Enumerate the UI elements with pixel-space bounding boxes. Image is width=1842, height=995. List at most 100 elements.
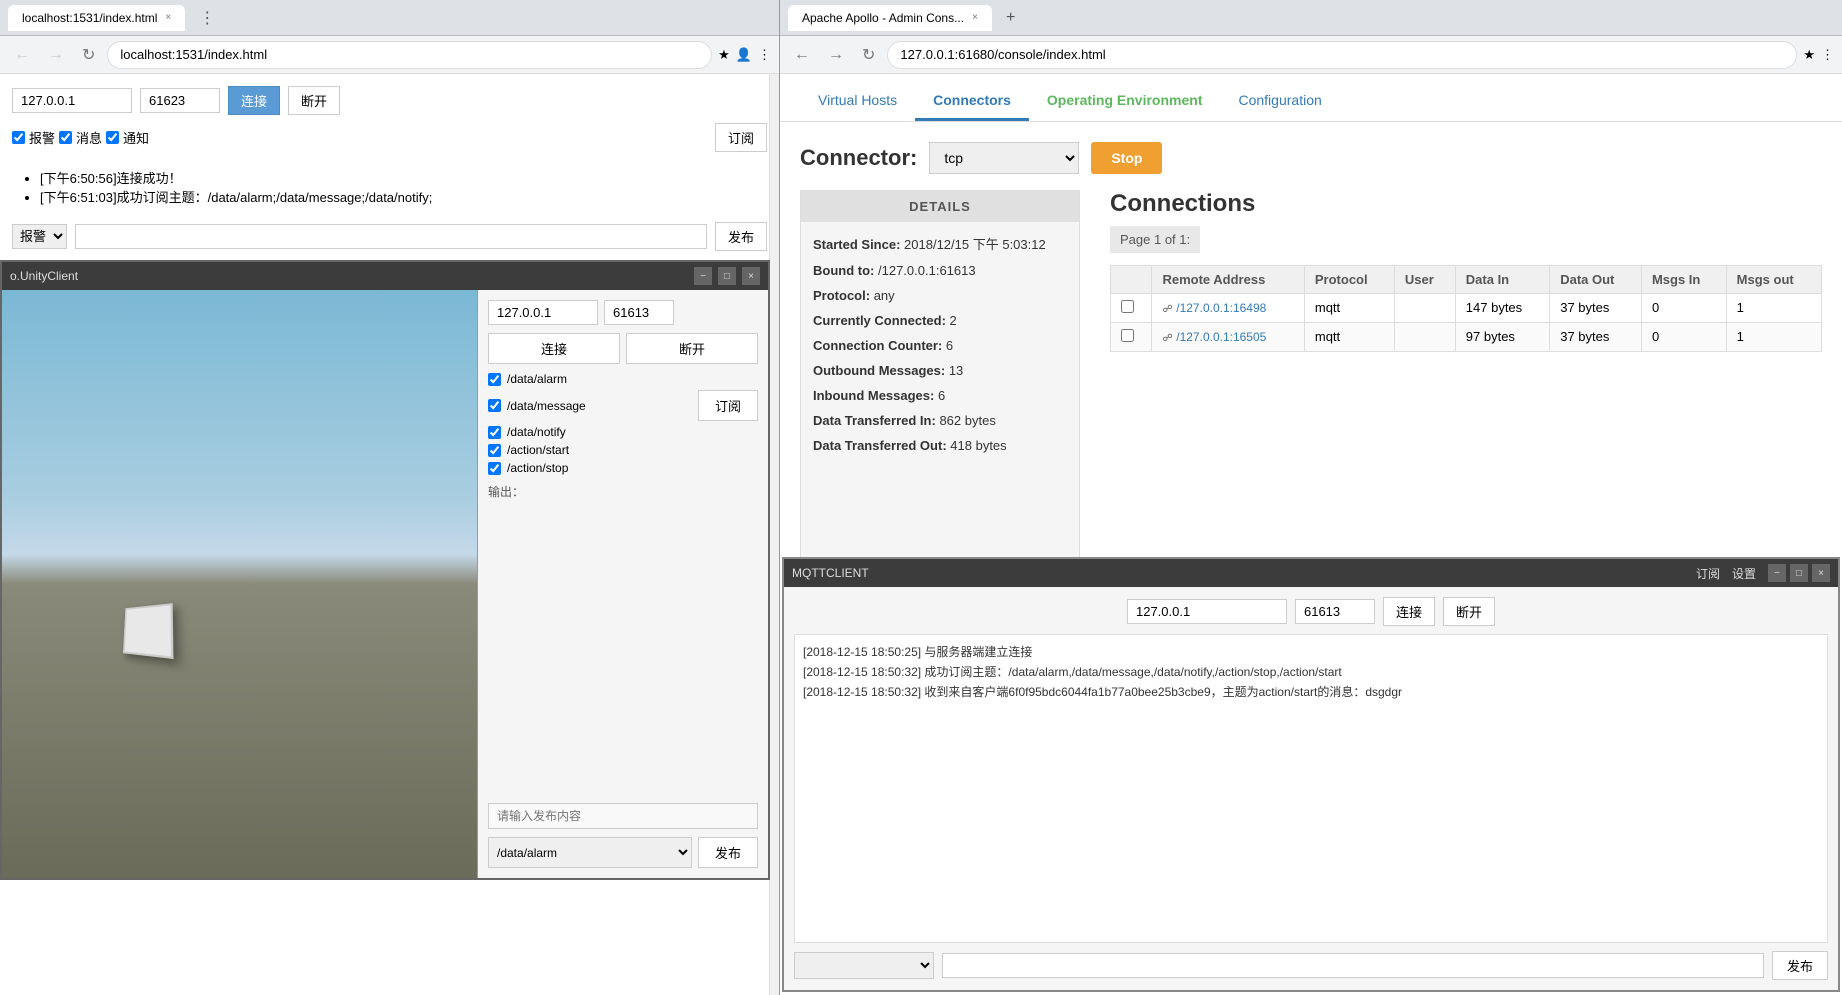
- left-active-tab[interactable]: localhost:1531/index.html ×: [8, 5, 185, 31]
- unity-stop-checkbox[interactable]: [488, 462, 501, 475]
- mqtt-connect-button[interactable]: 连接: [1383, 597, 1435, 626]
- left-account-icon[interactable]: 👤: [736, 47, 752, 63]
- right-more-icon[interactable]: ⋮: [1821, 47, 1834, 63]
- right-forward-button[interactable]: →: [822, 44, 850, 66]
- mqtt-subscribe-title-btn[interactable]: 订阅: [1696, 565, 1720, 582]
- right-browser: Apache Apollo - Admin Cons... × + ← → ↻ …: [780, 0, 1842, 995]
- left-port-input[interactable]: [140, 88, 220, 113]
- left-alarm-checkbox[interactable]: [12, 131, 25, 144]
- connections-page-info: Page 1 of 1:: [1110, 226, 1200, 253]
- left-scrollbar[interactable]: [769, 74, 779, 995]
- left-subscribe-button[interactable]: 订阅: [715, 123, 767, 152]
- unity-ip-input[interactable]: [488, 300, 598, 325]
- left-publish-button[interactable]: 发布: [715, 222, 767, 251]
- unity-disconnect-button[interactable]: 断开: [626, 333, 758, 364]
- apollo-console: Virtual Hosts Connectors Operating Envir…: [780, 74, 1842, 995]
- unity-start-label: /action/start: [507, 443, 569, 457]
- left-url-bar[interactable]: [107, 41, 712, 69]
- left-connect-button[interactable]: 连接: [228, 86, 280, 115]
- unity-title: o.UnityClient: [10, 269, 78, 283]
- left-notify-checkbox[interactable]: [106, 131, 119, 144]
- right-reload-button[interactable]: ↻: [856, 43, 881, 67]
- unity-port-input[interactable]: [604, 300, 674, 325]
- right-star-icon[interactable]: ★: [1803, 47, 1815, 63]
- mqtt-publish-input[interactable]: [942, 953, 1764, 978]
- detail-outbound-value: 13: [949, 363, 963, 378]
- mqtt-log-area: [2018-12-15 18:50:25] 与服务器端建立连接 [2018-12…: [794, 634, 1828, 943]
- detail-started-since-value: 2018/12/15 下午 5:03:12: [904, 237, 1046, 252]
- mqtt-disconnect-button[interactable]: 断开: [1443, 597, 1495, 626]
- left-forward-button[interactable]: →: [42, 44, 70, 66]
- mqtt-ip-input[interactable]: [1127, 599, 1287, 624]
- right-tab-close-icon[interactable]: ×: [972, 12, 978, 23]
- tab-virtual-hosts[interactable]: Virtual Hosts: [800, 82, 915, 121]
- right-url-bar[interactable]: [887, 41, 1797, 69]
- detail-protocol-label: Protocol:: [813, 288, 870, 303]
- left-publish-input[interactable]: [75, 224, 707, 249]
- tab-operating-environment[interactable]: Operating Environment: [1029, 82, 1221, 121]
- unity-publish-topic-select[interactable]: /data/alarm: [488, 837, 692, 868]
- row2-checkbox[interactable]: [1121, 329, 1134, 342]
- detail-bound-to-value: /127.0.0.1:61613: [878, 263, 976, 278]
- unity-publish-button[interactable]: 发布: [698, 837, 758, 868]
- mqtt-port-input[interactable]: [1295, 599, 1375, 624]
- unity-notify-checkbox[interactable]: [488, 426, 501, 439]
- right-active-tab[interactable]: Apache Apollo - Admin Cons... ×: [788, 5, 992, 31]
- left-log-item: [下午6:51:03]成功订阅主题：/data/alarm;/data/mess…: [40, 187, 759, 206]
- unity-control-panel: 连接 断开 /data/alarm /data/message 订阅: [477, 290, 768, 878]
- mqtt-maximize-button[interactable]: □: [1790, 564, 1808, 582]
- connector-select[interactable]: tcp: [929, 142, 1079, 174]
- mqtt-settings-title-btn[interactable]: 设置: [1732, 565, 1756, 582]
- unity-message-checkbox[interactable]: [488, 399, 501, 412]
- left-new-tab-button[interactable]: ⋮: [193, 6, 221, 30]
- mqtt-topic-select[interactable]: [794, 952, 934, 979]
- unity-3d-scene: [2, 290, 477, 878]
- row2-protocol: mqtt: [1304, 323, 1394, 352]
- table-row: ☍ /127.0.0.1:16505 mqtt 97 bytes 37 byte…: [1111, 323, 1822, 352]
- unity-output-label: 输出：: [488, 483, 758, 500]
- left-message-checkbox[interactable]: [59, 131, 72, 144]
- left-back-button[interactable]: ←: [8, 44, 36, 66]
- mqtt-title-right: 订阅 设置 − □ ×: [1696, 564, 1830, 582]
- unity-alarm-checkbox[interactable]: [488, 373, 501, 386]
- row1-checkbox[interactable]: [1121, 300, 1134, 313]
- detail-currently-connected: Currently Connected: 2: [813, 313, 1067, 328]
- detail-bound-to-label: Bound to:: [813, 263, 874, 278]
- right-back-button[interactable]: ←: [788, 44, 816, 66]
- unity-start-checkbox[interactable]: [488, 444, 501, 457]
- row1-addr-icon: ☍: [1162, 304, 1172, 315]
- left-tab-close-icon[interactable]: ×: [165, 12, 171, 23]
- left-topic-select[interactable]: 报警: [12, 224, 67, 249]
- mqtt-publish-button[interactable]: 发布: [1772, 951, 1828, 980]
- mqtt-close-button[interactable]: ×: [1812, 564, 1830, 582]
- row2-checkbox-cell: [1111, 323, 1152, 352]
- unity-window: o.UnityClient − □ ×: [0, 260, 770, 880]
- unity-close-button[interactable]: ×: [742, 267, 760, 285]
- left-disconnect-button[interactable]: 断开: [288, 86, 340, 115]
- detail-inbound: Inbound Messages: 6: [813, 388, 1067, 403]
- unity-btn-row: 连接 断开: [488, 333, 758, 364]
- tab-connectors[interactable]: Connectors: [915, 82, 1029, 121]
- unity-minimize-button[interactable]: −: [694, 267, 712, 285]
- unity-connect-button[interactable]: 连接: [488, 333, 620, 364]
- mqtt-minimize-button[interactable]: −: [1768, 564, 1786, 582]
- unity-topic-notify: /data/notify: [488, 425, 758, 439]
- unity-maximize-button[interactable]: □: [718, 267, 736, 285]
- tab-configuration[interactable]: Configuration: [1220, 82, 1339, 121]
- stop-button[interactable]: Stop: [1091, 142, 1162, 174]
- unity-publish-text-input[interactable]: [488, 803, 758, 829]
- row2-msgs-in: 0: [1641, 323, 1726, 352]
- left-more-icon[interactable]: ⋮: [758, 47, 771, 63]
- detail-protocol: Protocol: any: [813, 288, 1067, 303]
- right-new-tab-button[interactable]: +: [1000, 7, 1021, 29]
- row2-addr-link[interactable]: /127.0.0.1:16505: [1176, 330, 1266, 344]
- detail-started-since-label: Started Since:: [813, 237, 900, 252]
- left-star-icon[interactable]: ★: [718, 47, 730, 63]
- unity-titlebar: o.UnityClient − □ ×: [2, 262, 768, 290]
- row1-address: ☍ /127.0.0.1:16498: [1152, 294, 1304, 323]
- row1-protocol: mqtt: [1304, 294, 1394, 323]
- row1-addr-link[interactable]: /127.0.0.1:16498: [1176, 301, 1266, 315]
- left-ip-input[interactable]: [12, 88, 132, 113]
- left-reload-button[interactable]: ↻: [76, 43, 101, 67]
- unity-subscribe-button[interactable]: 订阅: [698, 390, 758, 421]
